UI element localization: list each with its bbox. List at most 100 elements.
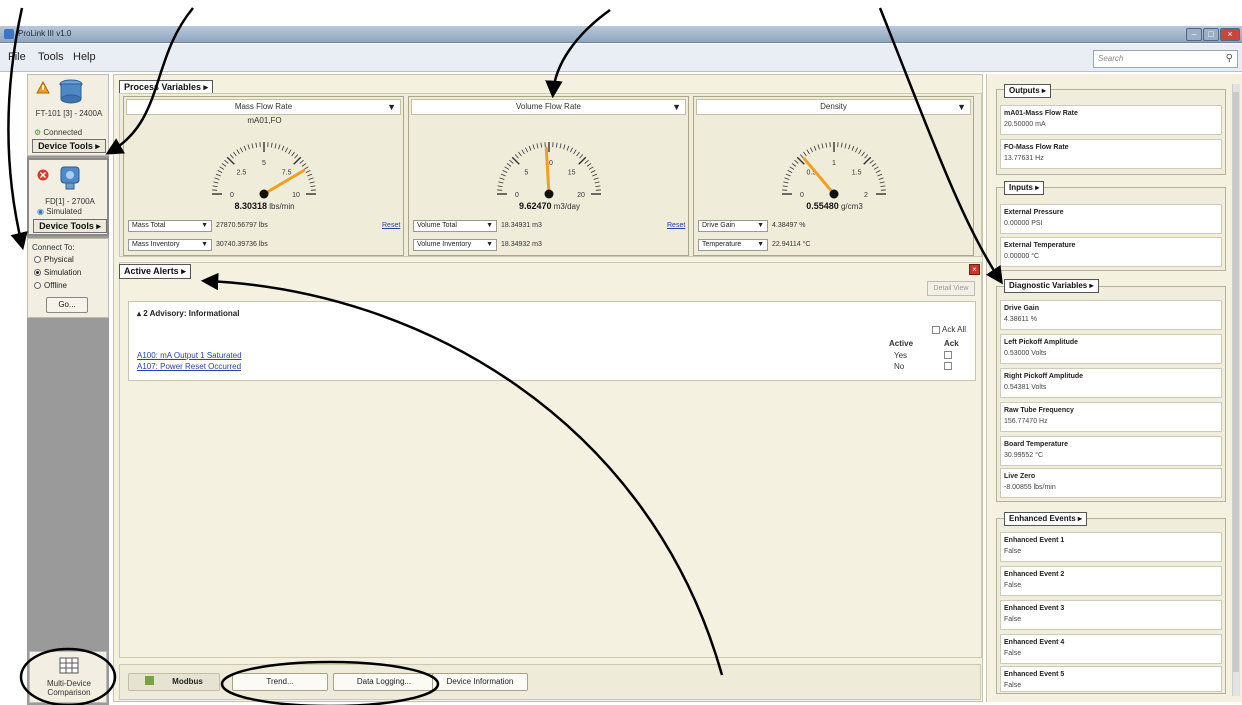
diagnostic-card: Raw Tube Frequency 156.77470 Hz [1000, 402, 1222, 432]
alert-group-header[interactable]: ▴ 2 Advisory: Informational [137, 309, 239, 318]
temperature-value: 22.94114 °C [772, 241, 811, 248]
dropdown-arrow-icon: ▼ [957, 102, 966, 112]
close-button[interactable]: × [1220, 28, 1240, 41]
drive-gain-select[interactable]: Drive Gain ▼ [698, 220, 768, 232]
flowmeter-icon [59, 79, 83, 104]
detail-view-button[interactable]: Detail View [927, 281, 975, 296]
gauge-minor-tick [243, 145, 247, 151]
gauge-minor-tick [880, 185, 886, 188]
gauge-variable-select[interactable]: Density ▼ [696, 99, 971, 115]
gauge-minor-tick [782, 185, 788, 188]
gauge-minor-tick [566, 145, 570, 151]
gauge-minor-tick [521, 149, 525, 155]
temperature-select[interactable]: Temperature ▼ [698, 239, 768, 251]
gauge-reading: 9.62470 m3/day [409, 201, 690, 211]
gauge-minor-tick [305, 170, 311, 174]
diagnostic-variables-tab[interactable]: Diagnostic Variables ▸ [1004, 279, 1099, 293]
diagnostic-name: Board Temperature [1004, 441, 1069, 448]
inputs-tab[interactable]: Inputs ▸ [1004, 181, 1045, 195]
gauge-title: Volume Flow Rate [516, 102, 581, 111]
total-select-label: Volume Total [417, 222, 457, 229]
diagnostic-name: Right Pickoff Amplitude [1004, 373, 1084, 380]
radio-dot [34, 269, 41, 276]
window-titlebar: ProLink III v1.0 – □ × [0, 26, 1242, 43]
close-alerts-icon[interactable]: × [969, 264, 980, 275]
diagnostic-card: Live Zero -8.00855 lbs/min [1000, 468, 1222, 498]
event-card: Enhanced Event 3 False [1000, 600, 1222, 630]
enhanced-events-tab[interactable]: Enhanced Events ▸ [1004, 512, 1087, 526]
ack-checkbox[interactable] [944, 362, 952, 370]
output-card: FO-Mass Flow Rate 13.77631 Hz [1000, 139, 1222, 169]
radio-physical[interactable]: Physical [34, 255, 74, 264]
gauge-minor-tick [593, 177, 599, 180]
right-scrollbar-thumb[interactable] [1233, 92, 1239, 672]
gauge-minor-tick [864, 154, 869, 159]
outputs-tab[interactable]: Outputs ▸ [1004, 84, 1051, 98]
alert-group-label: 2 Advisory: Informational [143, 309, 240, 318]
device-information-button[interactable]: Device Information [432, 673, 528, 691]
device-tools-button[interactable]: Device Tools ▸ [33, 219, 107, 233]
reset-link[interactable]: Reset [382, 222, 400, 229]
radio-simulation[interactable]: Simulation [34, 268, 81, 277]
search-icon[interactable]: ⚲ [1226, 53, 1233, 64]
diagnostic-name: Drive Gain [1004, 305, 1040, 312]
gauge-dial: 05101520 [497, 142, 601, 199]
collapse-icon[interactable]: ▴ [137, 309, 141, 318]
inventory-select[interactable]: Mass Inventory ▼ [128, 239, 212, 251]
gauge-minor-tick [810, 147, 814, 153]
menu-help[interactable]: Help [73, 51, 96, 63]
input-name: External Pressure [1004, 209, 1064, 216]
dropdown-arrow-icon: ▼ [757, 222, 764, 229]
device-card-fd1[interactable]: FD[1] - 2700A ◉ Simulated Device Tools ▸ [27, 158, 109, 236]
gauge-minor-tick [573, 149, 577, 155]
gauge-minor-tick [498, 181, 504, 184]
minimize-button[interactable]: – [1186, 28, 1202, 41]
diagnostic-card: Right Pickoff Amplitude 0.54381 Volts [1000, 368, 1222, 398]
menu-file[interactable]: File [8, 51, 26, 63]
ack-all-checkbox[interactable] [932, 326, 940, 334]
diagnostic-name: Live Zero [1004, 473, 1036, 480]
search-input[interactable]: Search ⚲ [1093, 50, 1238, 68]
gauge-variable-select[interactable]: Volume Flow Rate ▼ [411, 99, 686, 115]
gauge-unit: lbs/min [269, 202, 295, 211]
gauge-tick-label: 2 [864, 192, 868, 199]
gauge-minor-tick [844, 143, 847, 149]
gauge-variable-select[interactable]: Mass Flow Rate ▼ [126, 99, 401, 115]
device-card-ft101[interactable]: FT-101 [3] - 2400A ⚙ Connected Device To… [27, 74, 109, 156]
menu-tools[interactable]: Tools [38, 51, 64, 63]
data-logging-button[interactable]: Data Logging... [333, 673, 435, 691]
alert-link[interactable]: A100: mA Output 1 Saturated [137, 351, 242, 360]
gauge-tick-label: 20 [577, 192, 585, 199]
radio-offline[interactable]: Offline [34, 281, 67, 290]
input-value: 0.00000 °C [1004, 253, 1040, 260]
gauge-reading: 8.30318 lbs/min [124, 201, 405, 211]
alert-link[interactable]: A107: Power Reset Occurred [137, 362, 241, 371]
inventory-select[interactable]: Volume Inventory ▼ [413, 239, 497, 251]
ack-checkbox[interactable] [944, 351, 952, 359]
gauge-minor-tick [509, 159, 514, 164]
gauge-minor-tick [518, 151, 522, 157]
radio-dot [34, 256, 41, 263]
maximize-button[interactable]: □ [1203, 28, 1219, 41]
multi-device-comparison-button[interactable]: Multi-Device Comparison [29, 651, 107, 703]
ack-all-label: Ack All [942, 325, 967, 334]
gauge-minor-tick [555, 142, 558, 148]
protocol-label: Modbus [172, 677, 203, 686]
gauge-minor-tick [595, 185, 601, 188]
reset-link[interactable]: Reset [667, 222, 685, 229]
output-name: FO-Mass Flow Rate [1004, 144, 1069, 151]
gauge-minor-tick [500, 173, 506, 177]
total-select[interactable]: Mass Total ▼ [128, 220, 212, 232]
gauge-minor-tick [559, 143, 562, 149]
gauge-minor-tick [854, 147, 858, 153]
gauge-minor-tick [514, 154, 519, 159]
device-tools-button[interactable]: Device Tools ▸ [32, 139, 106, 153]
gauge-value: 0.55480 [806, 201, 839, 211]
trend-button[interactable]: Trend... [232, 673, 328, 691]
total-select[interactable]: Volume Total ▼ [413, 220, 497, 232]
gauge-tick-label: 15 [568, 169, 576, 176]
window-title: ProLink III v1.0 [18, 29, 72, 38]
active-alerts-tab[interactable]: Active Alerts ▸ [119, 264, 191, 279]
go-button[interactable]: Go... [46, 297, 88, 313]
gauge-minor-tick [875, 170, 881, 174]
